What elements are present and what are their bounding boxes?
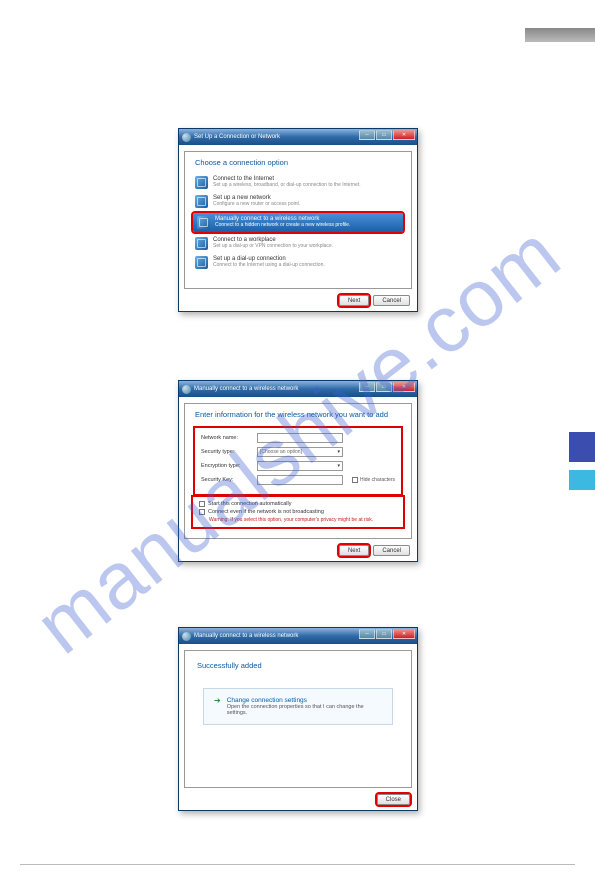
side-tab-cyan [569, 470, 595, 490]
next-button[interactable]: Next [339, 545, 369, 556]
network-globe-icon [182, 385, 191, 394]
label-broadcast: Connect even if the network is not broad… [208, 509, 324, 515]
titlebar[interactable]: Set Up a Connection or Network ─ ▭ ✕ [179, 129, 417, 145]
network-globe-icon [182, 133, 191, 142]
option-sub: Configure a new router or access point. [213, 201, 300, 207]
content-panel: Successfully added ➔ Change connection s… [184, 650, 412, 788]
panel-heading: Enter information for the wireless netwo… [185, 404, 411, 425]
security-key-input[interactable] [257, 475, 343, 485]
label-security-key: Security Key: [201, 477, 257, 483]
dialog-enter-wireless-info: Manually connect to a wireless network ─… [178, 380, 418, 562]
chevron-down-icon: ▾ [337, 463, 340, 469]
titlebar[interactable]: Manually connect to a wireless network ─… [179, 628, 417, 644]
security-type-select[interactable]: [Choose an option] ▾ [257, 447, 343, 457]
option-connect-workplace[interactable]: Connect to a workplace Set up a dial-up … [185, 234, 411, 253]
minimize-button[interactable]: ─ [359, 130, 375, 140]
minimize-button[interactable]: ─ [359, 382, 375, 392]
network-globe-icon [182, 632, 191, 641]
side-tab-blue [569, 432, 595, 462]
panel-heading: Choose a connection option [185, 152, 411, 173]
close-button[interactable]: ✕ [393, 382, 415, 392]
close-button[interactable]: ✕ [393, 629, 415, 639]
link-sub: Open the connection properties so that I… [227, 704, 382, 716]
label-hide-characters: Hide characters [360, 477, 395, 483]
option-setup-network[interactable]: Set up a new network Configure a new rou… [185, 192, 411, 211]
auto-connect-checkbox[interactable] [199, 501, 205, 507]
network-name-input[interactable] [257, 433, 343, 443]
option-sub: Connect to a hidden network or create a … [215, 222, 350, 228]
dialog-choose-connection: Set Up a Connection or Network ─ ▭ ✕ Cho… [178, 128, 418, 312]
success-heading: Successfully added [185, 651, 411, 680]
monitor-icon [197, 216, 210, 229]
window-title: Manually connect to a wireless network [194, 633, 298, 639]
chevron-down-icon: ▾ [337, 449, 340, 455]
building-icon [195, 237, 208, 250]
connection-options: Start this connection automatically Conn… [193, 497, 403, 527]
maximize-button[interactable]: ▭ [376, 130, 392, 140]
option-connect-internet[interactable]: Connect to the Internet Set up a wireles… [185, 173, 411, 192]
window-title: Set Up a Connection or Network [194, 134, 280, 140]
select-placeholder: [Choose an option] [260, 449, 302, 455]
option-sub: Set up a dial-up or VPN connection to yo… [213, 243, 333, 249]
window-title: Manually connect to a wireless network [194, 386, 298, 392]
link-title: Change connection settings [227, 697, 382, 704]
label-network-name: Network name: [201, 435, 257, 441]
cancel-button[interactable]: Cancel [373, 295, 410, 306]
label-encryption-type: Encryption type: [201, 463, 257, 469]
hide-characters-checkbox[interactable] [352, 477, 358, 483]
option-dialup[interactable]: Set up a dial-up connection Connect to t… [185, 253, 411, 272]
encryption-type-select[interactable]: ▾ [257, 461, 343, 471]
next-button[interactable]: Next [339, 295, 369, 306]
maximize-button[interactable]: ▭ [376, 629, 392, 639]
minimize-button[interactable]: ─ [359, 629, 375, 639]
footer-rule [20, 864, 575, 865]
close-button[interactable]: ✕ [393, 130, 415, 140]
change-settings-link[interactable]: ➔ Change connection settings Open the co… [203, 688, 393, 725]
option-sub: Set up a wireless, broadband, or dial-up… [213, 182, 361, 188]
label-security-type: Security type: [201, 449, 257, 455]
close-button[interactable]: Close [377, 794, 410, 805]
phone-icon [195, 256, 208, 269]
dialog-successfully-added: Manually connect to a wireless network ─… [178, 627, 418, 811]
option-manual-wireless[interactable]: Manually connect to a wireless network C… [193, 213, 403, 232]
globe-icon [195, 176, 208, 189]
network-form: Network name: Security type: [Choose an … [195, 428, 401, 494]
content-panel: Enter information for the wireless netwo… [184, 403, 412, 539]
label-auto-connect: Start this connection automatically [208, 501, 291, 507]
page-header-tab [525, 28, 595, 42]
warning-text: Warning: If you select this option, your… [209, 517, 397, 523]
router-icon [195, 195, 208, 208]
cancel-button[interactable]: Cancel [373, 545, 410, 556]
broadcast-checkbox[interactable] [199, 509, 205, 515]
maximize-button[interactable]: ▭ [376, 382, 392, 392]
titlebar[interactable]: Manually connect to a wireless network ─… [179, 381, 417, 397]
option-sub: Connect to the Internet using a dial-up … [213, 262, 325, 268]
arrow-right-icon: ➔ [214, 697, 221, 705]
content-panel: Choose a connection option Connect to th… [184, 151, 412, 289]
